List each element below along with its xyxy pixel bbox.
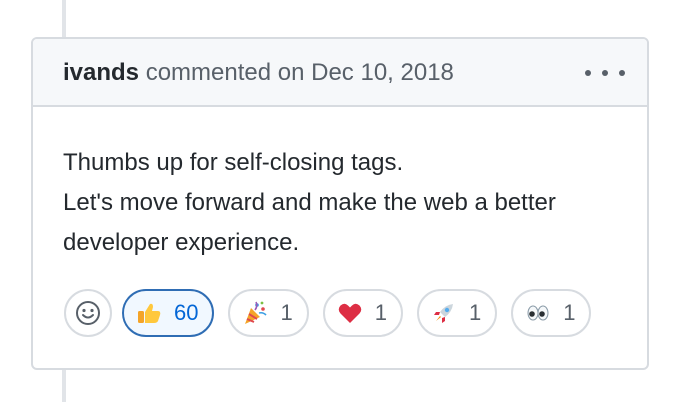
reaction-hooray[interactable]: 1 <box>228 289 309 337</box>
eyes-icon <box>525 300 551 326</box>
kebab-horizontal-icon <box>602 70 608 76</box>
comment-body: Thumbs up for self-closing tags. Let's m… <box>63 143 623 263</box>
smiley-icon <box>76 301 100 325</box>
reaction-eyes[interactable]: 1 <box>511 289 592 337</box>
reaction-count: 1 <box>468 300 482 325</box>
reaction-count: 1 <box>563 300 576 325</box>
reaction-count: 60 <box>174 300 199 325</box>
comment-header: ivands commented on Dec 10, 2018 <box>33 39 647 107</box>
reaction-count: 1 <box>280 300 293 325</box>
timeline-line <box>62 0 66 38</box>
reaction-thumbs-up[interactable]: 60 <box>122 289 215 337</box>
reactions-bar: 60 1 1 1 1 <box>64 289 605 337</box>
thumbs-up-icon <box>136 300 162 326</box>
reaction-heart[interactable]: 1 <box>322 289 403 337</box>
add-reaction-button[interactable] <box>64 289 112 337</box>
more-options-button[interactable] <box>585 65 625 81</box>
comment-text-line: developer experience. <box>63 229 300 256</box>
comment-card: ivands commented on Dec 10, 2018 Thumbs … <box>31 37 649 370</box>
reaction-rocket[interactable]: 1 <box>416 289 498 337</box>
rocket-icon <box>431 300 457 326</box>
comment-text-line: Let's move forward and make the web a be… <box>63 189 556 216</box>
reaction-count: 1 <box>374 300 387 325</box>
party-popper-icon <box>242 300 268 326</box>
comment-header-text: ivands commented on Dec 10, 2018 <box>63 59 454 87</box>
timeline-line <box>62 370 66 402</box>
comment-text-line: Thumbs up for self-closing tags. <box>63 149 404 176</box>
kebab-horizontal-icon <box>619 70 625 76</box>
kebab-horizontal-icon <box>585 70 591 76</box>
heart-icon <box>337 300 363 326</box>
author-link[interactable]: ivands <box>63 59 139 86</box>
comment-meta[interactable]: commented on Dec 10, 2018 <box>146 59 454 86</box>
